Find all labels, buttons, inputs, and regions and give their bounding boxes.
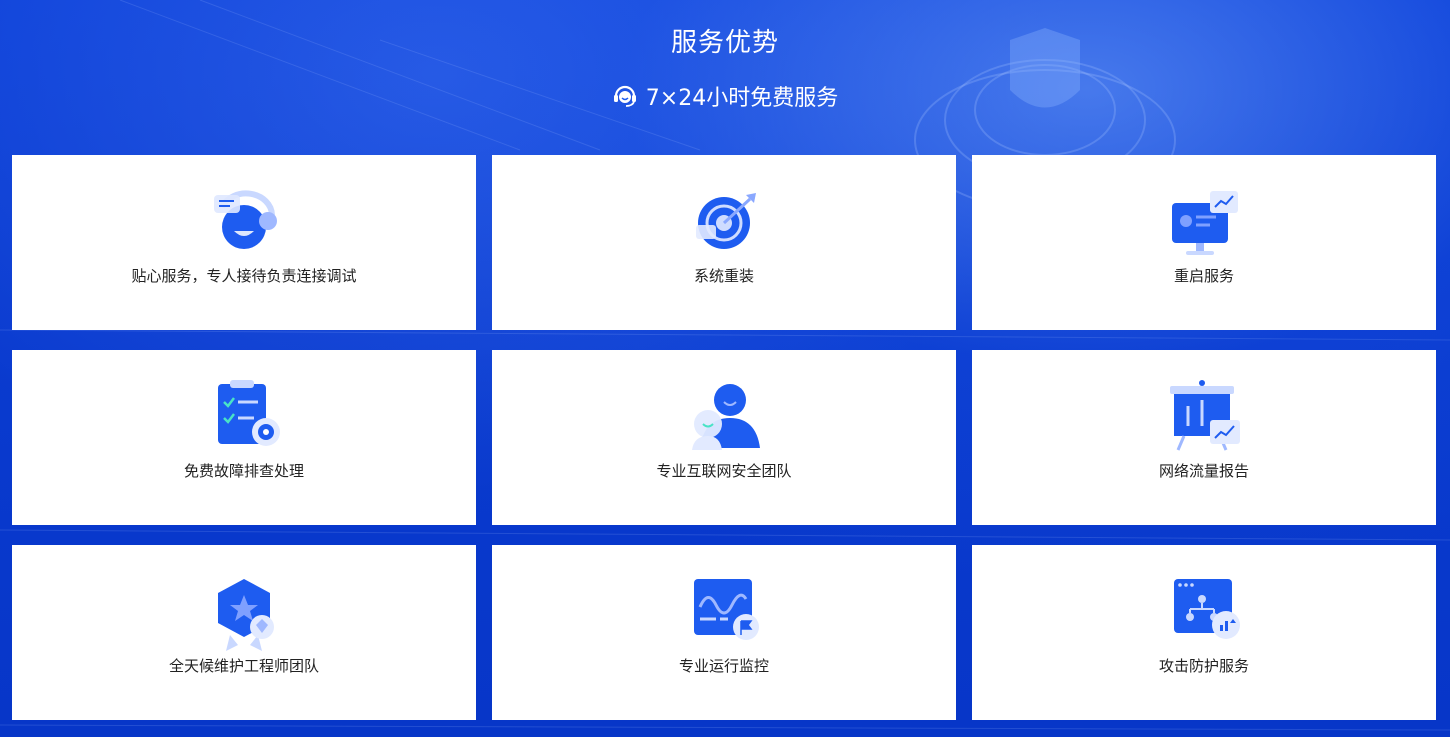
service-card[interactable]: 网络流量报告 [972, 350, 1436, 525]
subtitle-text: 7×24小时免费服务 [645, 86, 839, 111]
service-card[interactable]: 专业互联网安全团队 [492, 350, 956, 525]
service-agent-icon [204, 185, 284, 257]
service-label: 网络流量报告 [1158, 462, 1249, 480]
service-card[interactable]: 贴心服务，专人接待负责连接调试 [12, 155, 476, 330]
clipboard-check-icon [204, 380, 284, 452]
section-title: 服务优势 [670, 28, 779, 58]
service-label: 攻击防护服务 [1158, 657, 1249, 675]
badge-star-icon [204, 575, 284, 651]
service-label: 全天候维护工程师团队 [168, 657, 319, 675]
presentation-chart-icon [1164, 380, 1244, 452]
service-label: 免费故障排查处理 [183, 462, 304, 480]
service-label: 重启服务 [1173, 267, 1234, 285]
monitoring-screen-icon [684, 575, 764, 647]
customer-service-icon [612, 83, 638, 109]
service-card[interactable]: 全天候维护工程师团队 [12, 545, 476, 720]
service-card[interactable]: 系统重装 [492, 155, 956, 330]
network-protection-icon [1164, 575, 1244, 647]
section-header: 服务优势 7×24小时免费服务 [0, 0, 1450, 150]
service-label: 贴心服务，专人接待负责连接调试 [131, 267, 357, 285]
target-icon [684, 185, 764, 257]
service-card[interactable]: 免费故障排查处理 [12, 350, 476, 525]
service-label: 专业运行监控 [678, 657, 769, 675]
service-label: 系统重装 [693, 267, 754, 285]
security-team-icon [684, 380, 764, 452]
monitor-icon [1164, 185, 1244, 257]
service-card[interactable]: 重启服务 [972, 155, 1436, 330]
service-card[interactable]: 攻击防护服务 [972, 545, 1436, 720]
services-grid: 贴心服务，专人接待负责连接调试 系统重装 重启服务 免费故障排查处理 专业互联网… [12, 155, 1436, 720]
service-card[interactable]: 专业运行监控 [492, 545, 956, 720]
section-subtitle: 7×24小时免费服务 [0, 80, 1450, 112]
service-label: 专业互联网安全团队 [656, 462, 792, 480]
